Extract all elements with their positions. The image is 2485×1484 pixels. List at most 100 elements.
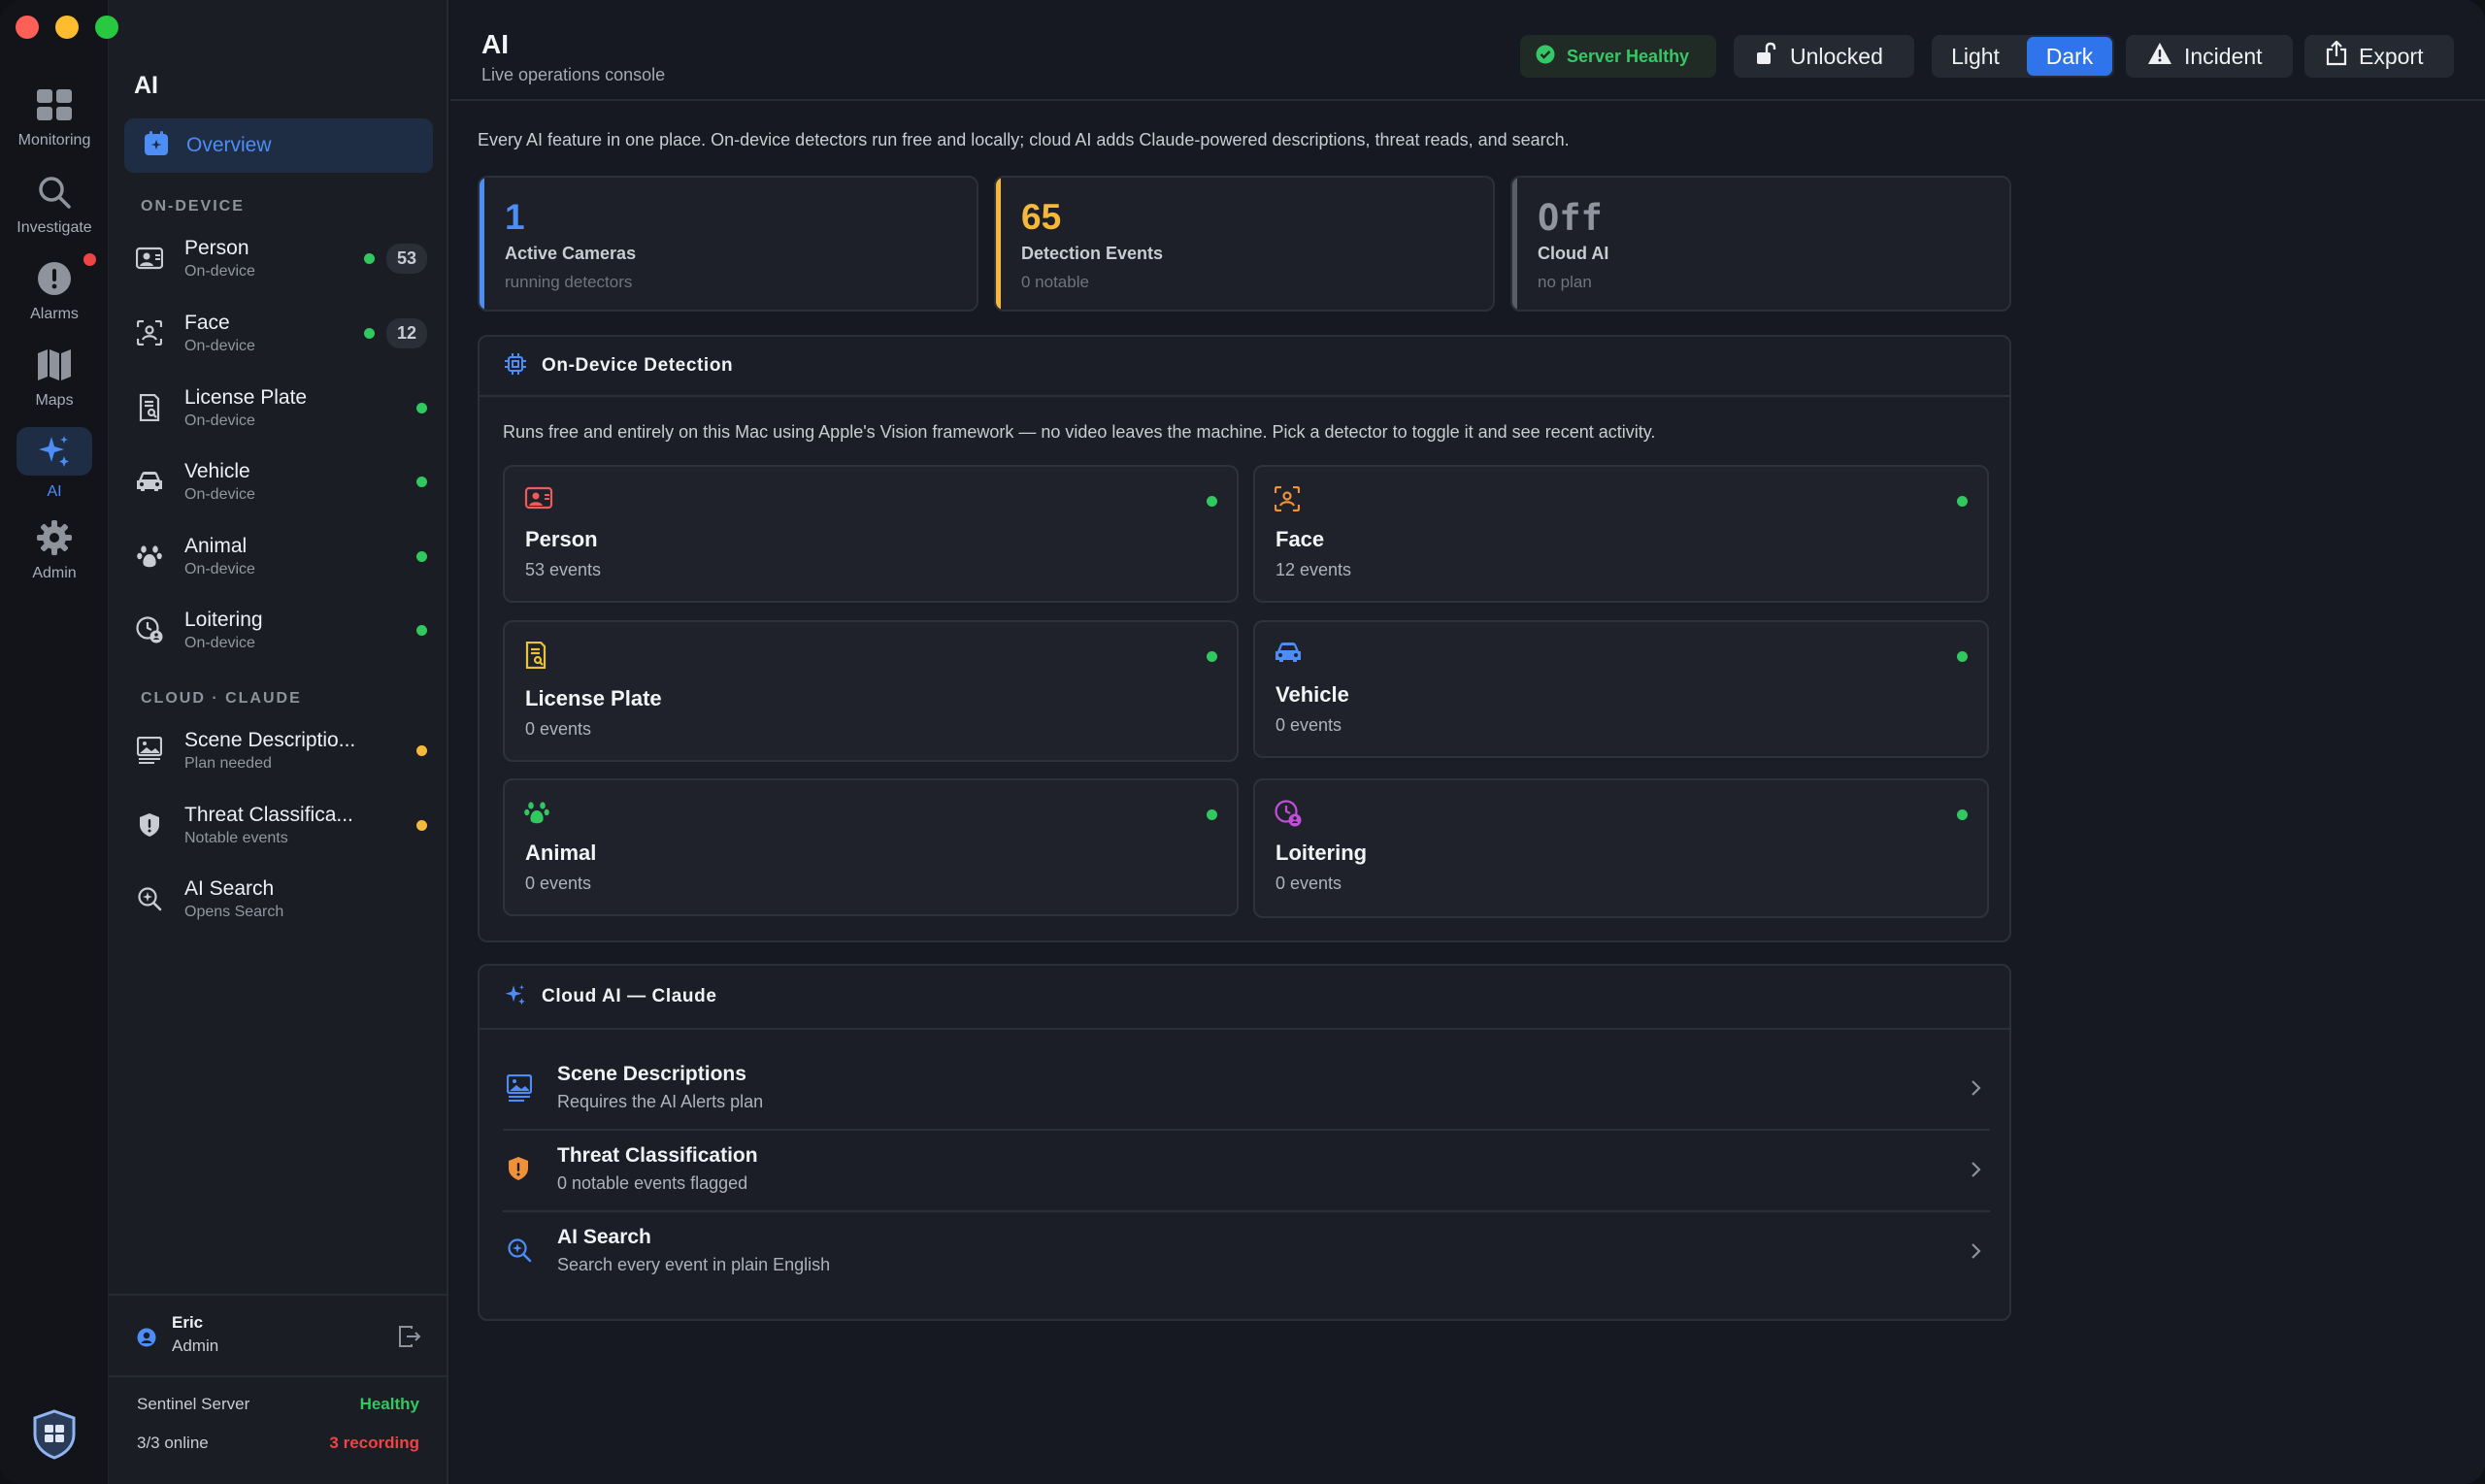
detector-card-person[interactable]: Person 53 events xyxy=(503,465,1239,603)
cloud-row-subtitle: 0 notable events flagged xyxy=(557,1173,748,1193)
search-sparkle-icon xyxy=(136,885,163,912)
status-dot xyxy=(363,327,375,339)
detector-events: 0 events xyxy=(1276,874,1342,893)
sparkle-icon xyxy=(505,983,526,1011)
export-button[interactable]: Export xyxy=(2304,35,2454,78)
license-plate-icon xyxy=(136,394,163,421)
detector-name: Animal xyxy=(525,841,597,865)
sidebar-item-label: AI Search xyxy=(184,876,275,900)
lock-toggle-button[interactable]: Unlocked xyxy=(1734,35,1914,78)
sidebar-item-label: Animal xyxy=(184,534,248,557)
stat-accent-bar xyxy=(1512,178,1517,310)
count-badge: 53 xyxy=(385,243,427,274)
gear-icon xyxy=(35,518,74,557)
close-window-button[interactable] xyxy=(16,16,39,39)
panel-header: On-Device Detection xyxy=(480,337,2009,397)
rail-ai[interactable]: AI xyxy=(0,427,109,501)
status-dot xyxy=(1957,651,1968,662)
sign-out-button[interactable] xyxy=(398,1325,421,1353)
rail-admin[interactable]: Admin xyxy=(0,518,109,582)
sidebar-item-threat-classification[interactable]: Threat Classifica... Notable events xyxy=(136,796,427,854)
search-sparkle-icon xyxy=(507,1237,536,1267)
stat-value: 1 xyxy=(505,197,525,237)
cloud-row-ai-search[interactable]: AI Search Search every event in plain En… xyxy=(503,1214,1990,1294)
rail-monitoring[interactable]: Monitoring xyxy=(0,85,109,149)
cloud-row-title: AI Search xyxy=(557,1226,651,1248)
sidebar-item-person[interactable]: Person On-device 53 xyxy=(136,229,427,287)
zoom-window-button[interactable] xyxy=(95,16,118,39)
stat-label: Cloud AI xyxy=(1538,244,1609,263)
chip-icon xyxy=(505,352,526,379)
server-health-badge[interactable]: Server Healthy xyxy=(1520,35,1716,78)
sidebar-item-ai-search[interactable]: AI Search Opens Search xyxy=(136,870,427,928)
detector-name: License Plate xyxy=(525,686,662,710)
incident-button[interactable]: Incident xyxy=(2126,35,2293,78)
chevron-right-icon xyxy=(1967,1239,1984,1263)
status-dot xyxy=(1957,496,1968,507)
status-dot xyxy=(1207,651,1217,662)
clock-person-icon xyxy=(1275,800,1304,829)
sidebar-item-license-plate[interactable]: License Plate On-device xyxy=(136,379,427,437)
stat-card-detections: 65 Detection Events 0 notable xyxy=(994,176,1495,312)
alert-icon xyxy=(35,259,74,298)
sidebar-item-animal[interactable]: Animal On-device xyxy=(136,527,427,585)
cloud-row-subtitle: Requires the AI Alerts plan xyxy=(557,1092,764,1111)
detector-card-face[interactable]: Face 12 events xyxy=(1253,465,1989,603)
main-content: AI Live operations console Server Health… xyxy=(450,0,2485,1484)
stat-sublabel: running detectors xyxy=(505,273,633,291)
avatar xyxy=(137,1328,156,1352)
sidebar-item-sublabel: On-device xyxy=(184,634,255,651)
paw-icon xyxy=(524,800,553,829)
status-dot xyxy=(416,550,427,562)
sidebar-item-face[interactable]: Face On-device 12 xyxy=(136,304,427,362)
chevron-right-icon xyxy=(1967,1076,1984,1100)
car-icon xyxy=(1275,642,1304,671)
sidebar-item-label: Face xyxy=(184,311,230,334)
status-dot xyxy=(416,402,427,413)
stat-label: Active Cameras xyxy=(505,244,637,263)
license-plate-icon xyxy=(524,641,553,671)
sidebar-item-scene-descriptions[interactable]: Scene Descriptio... Plan needed xyxy=(136,721,427,779)
sidebar-item-overview[interactable]: Overview xyxy=(124,118,433,173)
cloud-row-title: Threat Classification xyxy=(557,1144,758,1167)
sidebar-item-loitering[interactable]: Loitering On-device xyxy=(136,601,427,659)
panel-header: Cloud AI — Claude xyxy=(480,966,2009,1030)
sign-out-icon xyxy=(399,1326,421,1347)
detector-card-vehicle[interactable]: Vehicle 0 events xyxy=(1253,620,1989,758)
rail-label: AI xyxy=(47,483,62,500)
check-badge-icon xyxy=(1536,45,1555,69)
user-card: Eric Admin xyxy=(109,1294,448,1377)
unlock-icon xyxy=(1755,42,1778,71)
panel-title: On-Device Detection xyxy=(542,355,734,376)
rail-maps[interactable]: Maps xyxy=(0,346,109,410)
rail-label: Investigate xyxy=(17,219,92,236)
detector-card-license-plate[interactable]: License Plate 0 events xyxy=(503,620,1239,762)
face-scan-icon xyxy=(136,319,163,346)
minimize-window-button[interactable] xyxy=(55,16,79,39)
status-dot xyxy=(416,624,427,636)
count-badge: 12 xyxy=(385,317,427,348)
map-icon xyxy=(35,346,74,384)
cloud-row-threat-classification[interactable]: Threat Classification 0 notable events f… xyxy=(503,1133,1990,1212)
shield-alert-icon xyxy=(136,811,163,839)
chevron-right-icon xyxy=(1967,1158,1984,1181)
section-header-on-device: ON-DEVICE xyxy=(141,198,245,214)
dashboard-icon xyxy=(144,130,169,161)
status-dot xyxy=(363,252,375,264)
detector-events: 0 events xyxy=(1276,715,1342,735)
sidebar-item-sublabel: On-device xyxy=(184,560,255,577)
theme-dark-button[interactable]: Dark xyxy=(2027,37,2112,76)
status-dot xyxy=(1957,809,1968,820)
rail-label: Admin xyxy=(32,565,77,581)
detector-name: Vehicle xyxy=(1276,682,1349,707)
rail-investigate[interactable]: Investigate xyxy=(0,173,109,237)
detector-card-animal[interactable]: Animal 0 events xyxy=(503,778,1239,916)
detector-card-loitering[interactable]: Loitering 0 events xyxy=(1253,778,1989,918)
theme-light-button[interactable]: Light xyxy=(1932,35,2019,78)
person-icon xyxy=(136,245,163,272)
sidebar-item-vehicle[interactable]: Vehicle On-device xyxy=(136,452,427,511)
cloud-row-scene-descriptions[interactable]: Scene Descriptions Requires the AI Alert… xyxy=(503,1051,1990,1131)
panel-title: Cloud AI — Claude xyxy=(542,986,717,1006)
rail-alarms[interactable]: Alarms xyxy=(0,253,109,323)
server-name: Sentinel Server xyxy=(137,1395,250,1413)
